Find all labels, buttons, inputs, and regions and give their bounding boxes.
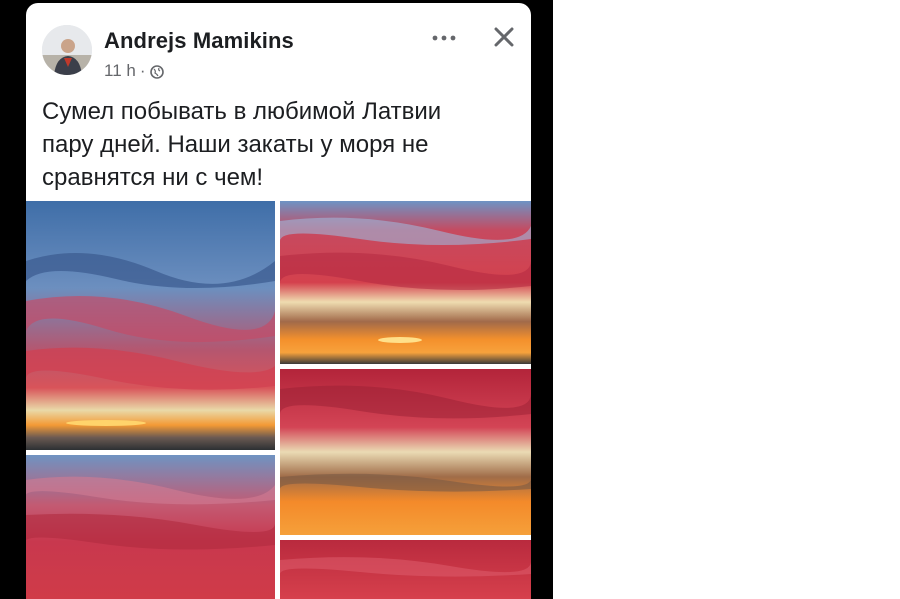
post-text-line: Сумел побывать в любимой Латвии (42, 98, 442, 125)
post-text-line: пару дней. Наши закаты у моря не (42, 131, 429, 158)
photo-3[interactable] (280, 369, 531, 535)
more-horizontal-icon (432, 35, 456, 41)
photo-grid (26, 201, 531, 599)
phone-frame: Andrejs Mamikins 11 h · Сумел побывать в… (0, 0, 553, 599)
meta-separator: · (139, 61, 146, 80)
post-time[interactable]: 11 h (104, 61, 136, 81)
post-text-line: сравнятся ни с чем! (42, 164, 264, 191)
more-options-button[interactable] (426, 23, 462, 53)
post-card: Andrejs Mamikins 11 h · Сумел побывать в… (26, 3, 531, 599)
avatar[interactable] (42, 25, 92, 75)
close-icon (494, 27, 514, 47)
globe-icon (149, 64, 164, 79)
post-text: Сумел побывать в любимой Латвии пару дне… (42, 95, 512, 194)
post-meta: 11 h · (104, 61, 164, 81)
avatar-image (42, 25, 92, 75)
photo-2[interactable] (280, 201, 531, 364)
close-button[interactable] (486, 19, 522, 55)
photo-4[interactable] (26, 455, 275, 599)
photo-5[interactable] (280, 540, 531, 599)
post-header: Andrejs Mamikins 11 h · (26, 3, 531, 93)
photo-1[interactable] (26, 201, 275, 450)
author-name[interactable]: Andrejs Mamikins (104, 28, 294, 54)
